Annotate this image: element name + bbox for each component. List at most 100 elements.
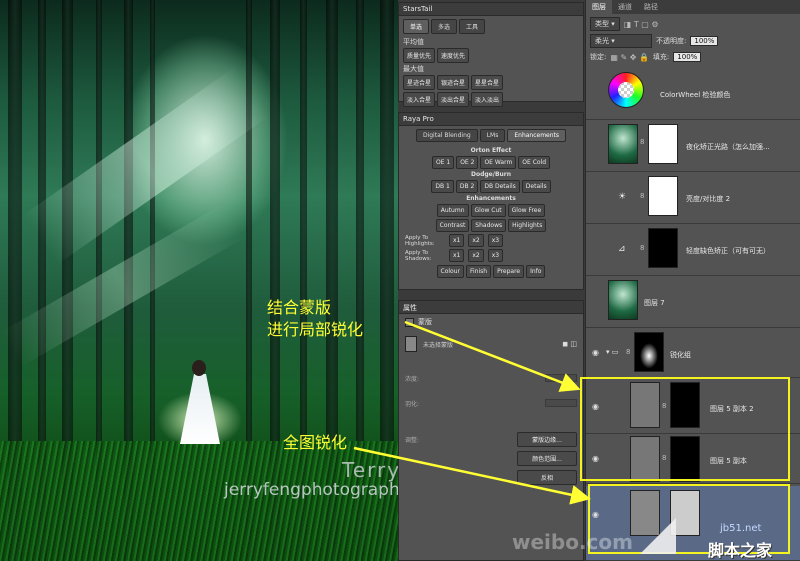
layer-row[interactable]: ⊿ 8 轻度缺色矫正（可有可无）	[586, 224, 800, 276]
hl-x2-button[interactable]: x2	[468, 234, 484, 247]
speed-first-button[interactable]: 速度优先	[437, 48, 470, 63]
starstail-tab-tools[interactable]: 工具	[459, 19, 486, 34]
annotation-full-sharpen: 全图锐化	[283, 433, 348, 452]
layer-name: 亮度/对比度 2	[686, 195, 731, 203]
raya-title: Raya Pro	[399, 113, 583, 126]
hl-x3-button[interactable]: x3	[487, 234, 504, 247]
enhancements-title: Enhancements	[466, 195, 516, 202]
layer-name: 轻度缺色矫正（可有可无）	[686, 247, 770, 255]
chain-icon: 8	[640, 138, 645, 146]
mask-thumb	[648, 124, 678, 164]
finish-tab[interactable]: Finish	[465, 265, 492, 278]
opacity-field[interactable]: 100%	[690, 36, 719, 46]
raya-panel: Raya Pro Digital Blending LMs Enhancemen…	[398, 112, 584, 290]
girl-figure	[176, 360, 222, 444]
details-button[interactable]: Details	[521, 180, 551, 193]
fadeinout-button[interactable]: 淡入淡出	[471, 92, 504, 107]
layer-thumb	[608, 124, 638, 164]
density-label: 浓度:	[405, 376, 420, 383]
db-details-button[interactable]: DB Details	[480, 180, 520, 193]
milkyway-button[interactable]: 银迹合星	[437, 75, 470, 90]
watermark-weibo: weibo.com	[512, 530, 633, 554]
filter-icons[interactable]: ◨ T ▢ ⚙	[624, 20, 659, 29]
mask-thumb	[648, 228, 678, 268]
levels-icon: ⊿	[618, 244, 626, 254]
layer-group-row[interactable]: ◉ ▾ ▭ 8 锐化组	[586, 328, 800, 378]
lock-label: 锁定:	[590, 53, 607, 61]
mask-thumb	[634, 332, 664, 372]
apply-highlights-label: Apply To Highlights:	[405, 234, 435, 247]
layer-thumb	[608, 280, 638, 320]
brightness-contrast-icon: ☀	[618, 192, 627, 202]
raya-tab-digital-blending[interactable]: Digital Blending	[415, 129, 478, 142]
starstail-panel: StarsTail 单选 多选 工具 平均值 质量优先 速度优先 最大值 星迹合…	[398, 2, 584, 107]
stars-button[interactable]: 星星合星	[471, 75, 504, 90]
annotation-line1: 结合蒙版	[267, 298, 332, 317]
filter-kind-select[interactable]: 类型 ▾	[590, 17, 620, 31]
autumn-button[interactable]: Autumn	[436, 204, 469, 217]
raya-tab-lms[interactable]: LMs	[479, 129, 506, 142]
tab-layers[interactable]: 图层	[586, 0, 612, 14]
mask-thumb	[405, 336, 417, 352]
fadeout-button[interactable]: 淡出合星	[437, 92, 470, 107]
section-average: 平均值	[403, 38, 424, 46]
feather-label: 羽化:	[405, 401, 420, 408]
eye-icon[interactable]: ◉	[592, 348, 602, 357]
quality-first-button[interactable]: 质量优先	[403, 48, 436, 63]
dodge-title: Dodge/Burn	[470, 171, 512, 178]
starstail-tab-single[interactable]: 单选	[403, 19, 430, 34]
color-range-button[interactable]: 颜色范围...	[517, 451, 577, 466]
annotation-mask-sharpen: 结合蒙版 进行局部锐化	[267, 297, 363, 341]
blend-mode-select[interactable]: 柔光 ▾	[590, 34, 652, 48]
fill-field[interactable]: 100%	[673, 52, 702, 62]
tab-channels[interactable]: 通道	[612, 0, 638, 14]
oe-warm-button[interactable]: OE Warm	[480, 156, 517, 169]
raya-tab-enhancements[interactable]: Enhancements	[507, 129, 567, 142]
chain-icon: 8	[640, 192, 645, 200]
mask-edge-button[interactable]: 蒙版边缘...	[517, 432, 577, 447]
site-logo-name: 脚本之家	[708, 541, 773, 560]
starstail-tab-multi[interactable]: 多选	[431, 19, 458, 34]
highlight-box-mask-layers	[580, 377, 790, 481]
filter-kind-value: 类型	[595, 20, 609, 28]
layer-name: 锐化组	[670, 351, 691, 359]
info-tab[interactable]: Info	[526, 265, 546, 278]
sh-x1-button[interactable]: x1	[449, 249, 465, 262]
layer-row[interactable]: 8 夜化矫正光路（怎么加强...	[586, 120, 800, 172]
layer-row[interactable]: 图层 7	[586, 276, 800, 328]
fadein-button[interactable]: 淡入合星	[403, 92, 436, 107]
hl-x1-button[interactable]: x1	[449, 234, 465, 247]
sh-x2-button[interactable]: x2	[468, 249, 484, 262]
highlights-button[interactable]: Highlights	[508, 219, 547, 232]
lock-icons[interactable]: ▦ ✎ ✥ 🔒	[610, 53, 649, 62]
starstail-title: StarsTail	[399, 3, 583, 16]
colour-tab[interactable]: Colour	[436, 265, 464, 278]
prepare-tab[interactable]: Prepare	[493, 265, 525, 278]
oe-cold-button[interactable]: OE Cold	[518, 156, 551, 169]
mask-label: 未选择蒙版	[423, 341, 454, 349]
startrail-button[interactable]: 星迹合星	[403, 75, 436, 90]
properties-title: 属性	[399, 301, 583, 314]
density-field[interactable]	[545, 374, 577, 382]
layer-row[interactable]: ☀ 8 亮度/对比度 2	[586, 172, 800, 224]
layer-row[interactable]: ColorWheel 检验颜色	[586, 68, 800, 120]
db2-button[interactable]: DB 2	[455, 180, 479, 193]
sh-x3-button[interactable]: x3	[487, 249, 504, 262]
glow-free-button[interactable]: Glow Free	[507, 204, 546, 217]
apply-shadows-label: Apply To Shadows:	[405, 249, 432, 262]
db1-button[interactable]: DB 1	[431, 180, 454, 193]
invert-button[interactable]: 反相	[517, 470, 577, 485]
feather-field[interactable]	[545, 399, 577, 407]
layer-name: 图层 7	[644, 299, 665, 307]
tab-paths[interactable]: 路径	[638, 0, 664, 14]
shadows-button[interactable]: Shadows	[471, 219, 507, 232]
pixel-mask-icon[interactable]: ◼ ◫	[562, 340, 577, 348]
mask-thumb	[648, 176, 678, 216]
contrast-button[interactable]: Contrast	[435, 219, 470, 232]
oe2-button[interactable]: OE 2	[456, 156, 479, 169]
mask-icon	[405, 317, 414, 327]
orton-title: Orton Effect	[470, 147, 512, 154]
glow-cut-button[interactable]: Glow Cut	[470, 204, 506, 217]
oe1-button[interactable]: OE 1	[431, 156, 455, 169]
opacity-label: 不透明度:	[656, 37, 687, 45]
